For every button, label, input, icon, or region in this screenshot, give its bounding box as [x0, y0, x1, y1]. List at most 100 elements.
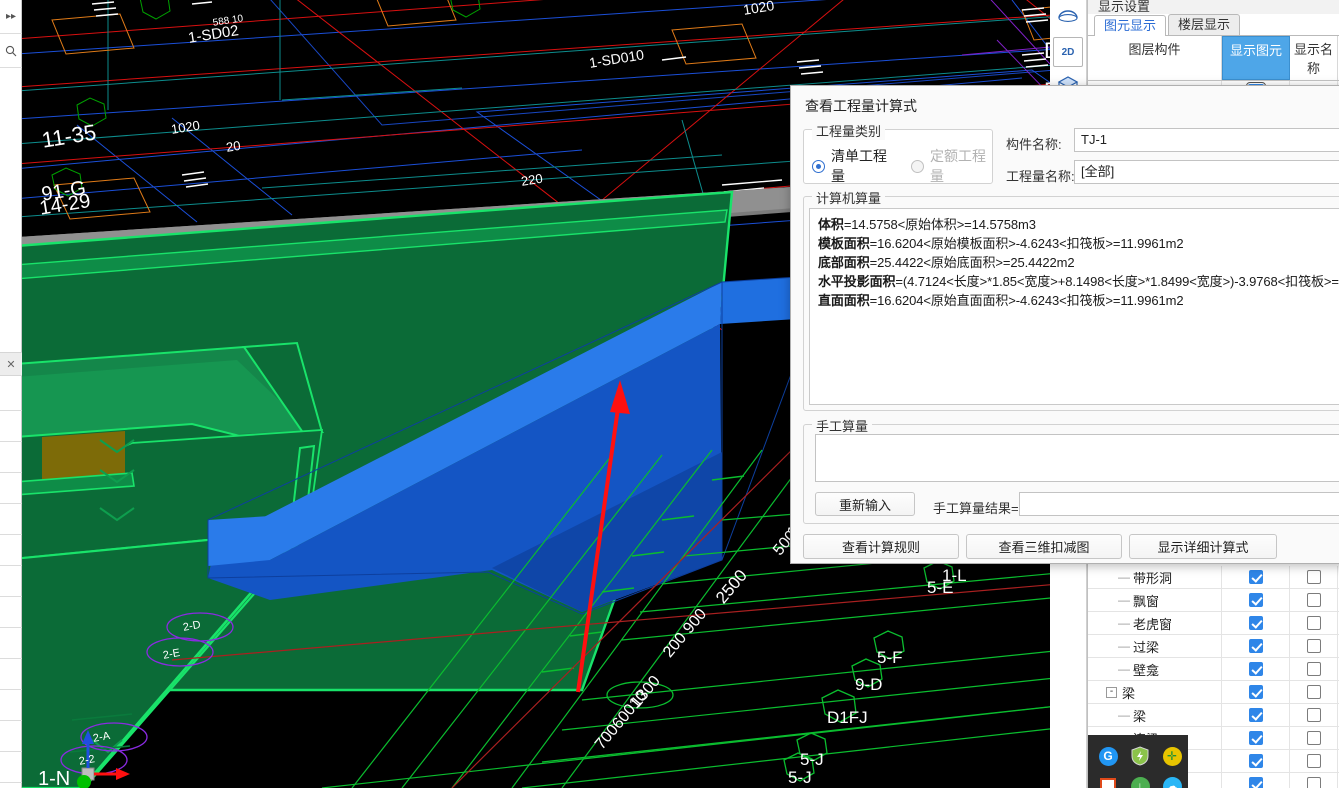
component-name-field[interactable]: TJ-1 [1074, 128, 1339, 152]
show-element-cell[interactable] [1222, 566, 1290, 588]
cad-label: 9-D [855, 675, 883, 694]
show-element-cell[interactable] [1222, 612, 1290, 634]
show-element-cell[interactable] [1222, 773, 1290, 788]
show-name-checkbox[interactable] [1306, 570, 1321, 584]
left-rail-rows [0, 380, 22, 783]
show-name-cell[interactable] [1290, 750, 1338, 772]
show-element-cell[interactable] [1222, 681, 1290, 703]
left-rail: ▸▸ ✕ [0, 0, 22, 788]
cad-label: 1-L [942, 566, 967, 585]
tree-line-icon: — [1118, 570, 1130, 584]
manual-result-label: 手工算量结果= [933, 501, 1019, 516]
table-row[interactable]: — 过梁 [1088, 635, 1339, 658]
formula-line: 直面面积=16.6204<原始直面面积>-4.6243<扣筏板>=11.9961… [818, 293, 1184, 308]
browser-icon[interactable]: G [1092, 741, 1124, 771]
show-name-cell[interactable] [1290, 773, 1338, 788]
show-name-checkbox[interactable] [1306, 639, 1321, 653]
cad-label: 20 [225, 137, 242, 155]
formula-line: 体积=14.5758<原始体积>=14.5758m3 [818, 217, 1036, 232]
show-name-cell[interactable] [1290, 589, 1338, 611]
orbit-3d-icon[interactable] [1053, 3, 1083, 33]
antivirus-plus-icon[interactable]: ✛ [1156, 741, 1188, 771]
table-row[interactable]: — 飘窗 [1088, 589, 1339, 612]
rail-row [0, 535, 22, 566]
show-element-cell[interactable] [1222, 589, 1290, 611]
view-2d-icon[interactable]: 2D [1053, 37, 1083, 67]
show-element-cell[interactable] [1222, 704, 1290, 726]
layer-name-cell: — 飘窗 [1088, 589, 1222, 611]
table-row[interactable]: — 老虎窗 [1088, 612, 1339, 635]
manual-result-field[interactable] [1019, 492, 1339, 516]
cad-label: 1-N [38, 768, 71, 788]
expand-panel-button[interactable]: ▸▸ [0, 0, 22, 34]
tray-popup[interactable]: G ✛ ↓ ☁ [1088, 735, 1188, 788]
show-element-checkbox[interactable] [1248, 616, 1263, 630]
cloud-sync-icon[interactable]: ☁ [1156, 771, 1188, 788]
show-name-cell[interactable] [1290, 727, 1338, 749]
show-name-checkbox[interactable] [1306, 731, 1321, 745]
show-element-checkbox[interactable] [1248, 662, 1263, 676]
search-button[interactable] [0, 34, 22, 68]
show-element-cell[interactable] [1222, 658, 1290, 680]
view-3d-deduction-button[interactable]: 查看三维扣减图 [966, 534, 1122, 559]
show-name-checkbox[interactable] [1306, 708, 1321, 722]
tree-line-icon: — [1118, 639, 1130, 653]
view-calc-rule-button[interactable]: 查看计算规则 [803, 534, 959, 559]
pdf-reader-icon[interactable] [1092, 771, 1124, 788]
show-name-cell[interactable] [1290, 681, 1338, 703]
radio-norm-quantity[interactable] [911, 159, 924, 173]
rail-row [0, 411, 22, 442]
show-name-checkbox[interactable] [1306, 777, 1321, 788]
show-element-cell[interactable] [1222, 750, 1290, 772]
column-header-show-name[interactable]: 显示名称 [1290, 36, 1338, 80]
show-name-checkbox[interactable] [1306, 593, 1321, 607]
layer-label: 飘窗 [1133, 593, 1160, 609]
show-name-cell[interactable] [1290, 566, 1338, 588]
show-name-cell[interactable] [1290, 612, 1338, 634]
show-element-checkbox[interactable] [1248, 731, 1263, 745]
grid-header: 图层构件 显示图元 显示名称 [1088, 36, 1339, 81]
show-element-cell[interactable] [1222, 727, 1290, 749]
layer-label: 老虎窗 [1133, 616, 1173, 632]
show-element-checkbox[interactable] [1248, 754, 1263, 768]
show-element-checkbox[interactable] [1248, 593, 1263, 607]
show-name-cell[interactable] [1290, 658, 1338, 680]
show-element-cell[interactable] [1222, 635, 1290, 657]
expand-icon: ▸▸ [5, 11, 17, 22]
table-row[interactable]: — 梁 [1088, 704, 1339, 727]
manual-quantity-textarea[interactable] [815, 434, 1339, 482]
tab-floor-display[interactable]: 楼层显示 [1168, 14, 1241, 35]
quantity-name-field[interactable]: [全部] [1074, 160, 1339, 184]
tab-element-display[interactable]: 图元显示 [1094, 15, 1167, 36]
formula-display[interactable]: 体积=14.5758<原始体积>=14.5758m3 模板面积=16.6204<原… [809, 208, 1339, 405]
show-detail-formula-button[interactable]: 显示详细计算式 [1129, 534, 1277, 559]
formula-line: 水平投影面积=(4.7124<长度>*1.85<宽度>+8.1498<长度>*1… [818, 274, 1339, 289]
show-element-checkbox[interactable] [1248, 708, 1263, 722]
download-manager-icon[interactable]: ↓ [1124, 771, 1156, 788]
show-element-checkbox[interactable] [1248, 777, 1263, 788]
formula-lines: 体积=14.5758<原始体积>=14.5758m3 模板面积=16.6204<原… [818, 215, 1339, 310]
table-row[interactable]: — 壁龛 [1088, 658, 1339, 681]
rail-row [0, 690, 22, 721]
table-row[interactable]: — 带形洞 [1088, 566, 1339, 589]
show-name-checkbox[interactable] [1306, 754, 1321, 768]
show-name-cell[interactable] [1290, 635, 1338, 657]
show-name-cell[interactable] [1290, 704, 1338, 726]
table-row[interactable]: -梁 [1088, 681, 1339, 704]
column-header-show-element[interactable]: 显示图元 [1222, 36, 1290, 80]
show-element-checkbox[interactable] [1248, 685, 1263, 699]
expander-icon[interactable]: - [1106, 686, 1117, 698]
show-element-checkbox[interactable] [1248, 570, 1263, 584]
dialog-title: 查看工程量计算式 [805, 98, 917, 114]
close-panel-button[interactable]: ✕ [0, 352, 22, 376]
quantity-formula-dialog: 查看工程量计算式 工程量类别 清单工程量 定额工程量 构件名称: TJ-1 工程… [790, 85, 1339, 564]
cad-label: 5-J [800, 750, 824, 769]
shield-security-icon[interactable] [1124, 741, 1156, 771]
show-name-checkbox[interactable] [1306, 685, 1321, 699]
manual-quantity-legend: 手工算量 [812, 416, 873, 435]
show-name-checkbox[interactable] [1306, 616, 1321, 630]
show-element-checkbox[interactable] [1248, 639, 1263, 653]
show-name-checkbox[interactable] [1306, 662, 1321, 676]
reinput-button[interactable]: 重新输入 [815, 492, 915, 516]
radio-list-quantity[interactable] [812, 159, 825, 173]
